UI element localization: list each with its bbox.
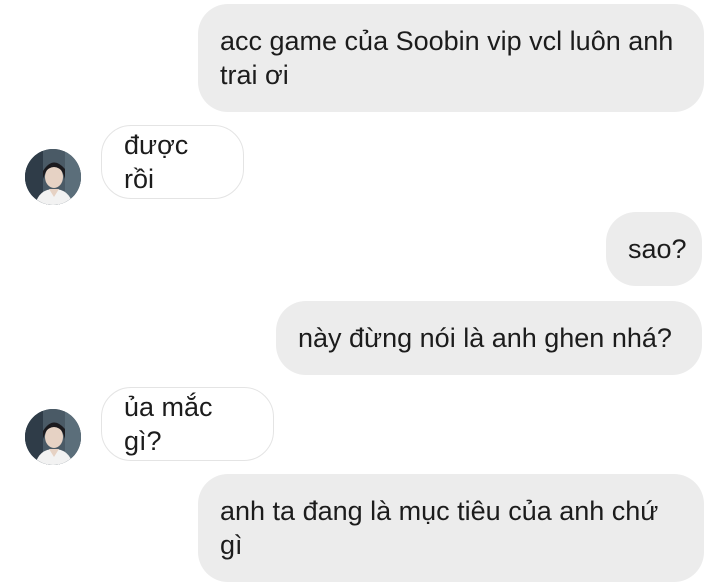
message-bubble-received[interactable]: được rồi xyxy=(101,125,244,199)
avatar-photo-icon xyxy=(25,149,81,205)
message-text: ủa mắc gì? xyxy=(124,392,213,456)
avatar-photo-icon xyxy=(25,409,81,465)
message-text: này đừng nói là anh ghen nhá? xyxy=(298,323,672,353)
message-text: được rồi xyxy=(124,130,189,194)
message-bubble-sent[interactable]: anh ta đang là mục tiêu của anh chứ gì xyxy=(198,474,704,582)
message-bubble-sent[interactable]: acc game của Soobin vip vcl luôn anh tra… xyxy=(198,4,704,112)
message-bubble-received[interactable]: ủa mắc gì? xyxy=(101,387,274,461)
contact-avatar[interactable] xyxy=(25,409,81,465)
message-text: sao? xyxy=(628,234,687,264)
message-bubble-sent[interactable]: này đừng nói là anh ghen nhá? xyxy=(276,301,702,375)
message-bubble-sent[interactable]: sao? xyxy=(606,212,702,286)
message-text: anh ta đang là mục tiêu của anh chứ gì xyxy=(220,496,659,560)
message-text: acc game của Soobin vip vcl luôn anh tra… xyxy=(220,26,674,90)
contact-avatar[interactable] xyxy=(25,149,81,205)
